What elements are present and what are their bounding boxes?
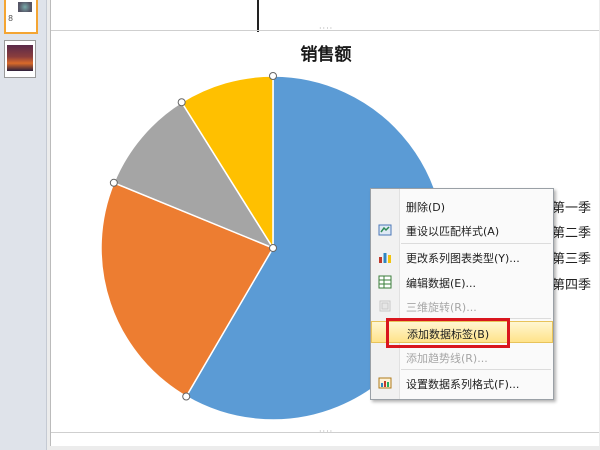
legend-item-2[interactable]: 第二季 bbox=[552, 222, 591, 241]
menu-item-add-trendline[interactable]: 添加趋势线(R)... bbox=[371, 346, 553, 368]
format-series-icon bbox=[378, 377, 392, 389]
legend-item-3[interactable]: 第三季 bbox=[552, 248, 591, 267]
menu-item-label: 三维旋转(R)... bbox=[406, 301, 477, 314]
menu-item-label: 删除(D) bbox=[406, 201, 446, 214]
slide-thumbnail-1[interactable]: 8 bbox=[4, 0, 38, 34]
chart-type-icon bbox=[379, 253, 391, 263]
thumbnail-image bbox=[7, 45, 33, 71]
menu-item-reset-style[interactable]: 重设以匹配样式(A) bbox=[371, 219, 553, 241]
thumbnail-image bbox=[18, 2, 32, 12]
legend-item-1[interactable]: 第一季 bbox=[552, 197, 591, 216]
menu-item-edit-data[interactable]: 编辑数据(E)... bbox=[371, 271, 553, 293]
edit-data-icon bbox=[378, 275, 392, 289]
menu-item-label: 添加趋势线(R)... bbox=[406, 352, 488, 365]
menu-item-3d-rotation[interactable]: 三维旋转(R)... bbox=[371, 295, 553, 317]
menu-separator bbox=[401, 369, 551, 370]
slide-thumbnail-panel: 8 bbox=[0, 0, 47, 450]
3d-rotate-icon bbox=[379, 300, 391, 312]
selection-handle[interactable] bbox=[269, 72, 277, 80]
legend-item-4[interactable]: 第四季 bbox=[552, 274, 591, 293]
menu-item-label: 设置数据系列格式(F)... bbox=[406, 378, 520, 391]
menu-item-label: 重设以匹配样式(A) bbox=[406, 225, 500, 238]
reset-style-icon bbox=[378, 224, 392, 236]
thumbnail-number: 8 bbox=[8, 14, 14, 23]
menu-item-delete[interactable]: 删除(D) bbox=[371, 195, 553, 217]
selection-handle[interactable] bbox=[177, 98, 186, 107]
selection-handle[interactable] bbox=[269, 244, 277, 252]
highlight-annotation-box bbox=[386, 318, 510, 348]
menu-separator bbox=[401, 243, 551, 244]
context-menu: 删除(D) 重设以匹配样式(A) 更改系列图表类型(Y)... 编辑数据(E).… bbox=[370, 188, 554, 400]
menu-item-label: 编辑数据(E)... bbox=[406, 277, 477, 290]
menu-item-format-data-series[interactable]: 设置数据系列格式(F)... bbox=[371, 372, 553, 394]
slide-thumbnail-2[interactable] bbox=[4, 40, 36, 78]
menu-item-change-chart-type[interactable]: 更改系列图表类型(Y)... bbox=[371, 246, 553, 268]
menu-item-label: 更改系列图表类型(Y)... bbox=[406, 252, 520, 265]
selection-handle[interactable] bbox=[109, 178, 118, 187]
selection-handle[interactable] bbox=[182, 392, 191, 401]
